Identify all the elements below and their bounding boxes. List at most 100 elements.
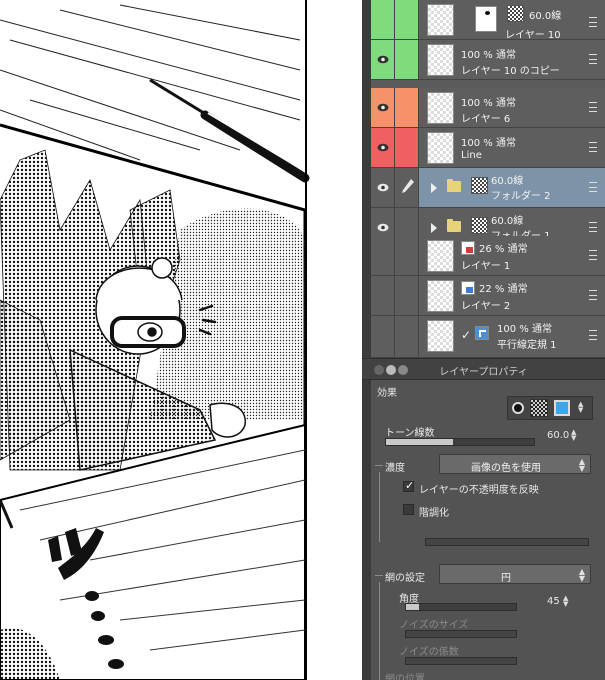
edit-target-toggle[interactable] — [395, 276, 419, 315]
edit-target-toggle[interactable] — [395, 88, 419, 127]
tone-lines-slider[interactable] — [385, 438, 535, 446]
monochrome-icon[interactable] — [512, 402, 524, 414]
tone-lines-value[interactable]: 60.0 — [547, 430, 569, 441]
noise-factor-label: ノイズの係数 — [399, 647, 459, 658]
reflect-opacity-label: レイヤーの不透明度を反映 — [419, 485, 539, 496]
layer-name: レイヤー 10 のコピー — [461, 66, 560, 77]
posterize-slider[interactable] — [425, 538, 589, 546]
layer-row[interactable]: 22 % 通常 レイヤー 2 — [371, 276, 605, 316]
layer-row[interactable]: 100 % 通常 Line — [371, 128, 605, 168]
layer-properties: 効果 ▲▼ トーン線数 60.0 ▲▼ 濃度 画像の色を使用 ▲▼ レイヤーの不… — [371, 380, 605, 680]
screen-shape-dropdown[interactable]: 円 ▲ ▼ — [439, 564, 591, 584]
properties-titlebar[interactable]: レイヤープロパティ — [362, 358, 605, 380]
eye-icon — [377, 103, 389, 112]
tone-effect-icon[interactable] — [530, 399, 548, 417]
manga-artwork — [0, 0, 310, 680]
visibility-toggle[interactable] — [371, 88, 395, 127]
effect-label: 効果 — [377, 388, 397, 399]
layer-row[interactable]: 100 % 通常 レイヤー 10 のコピー — [371, 40, 605, 80]
layer-thumbnail — [427, 44, 454, 76]
layer-info: 100 % 通常 — [461, 138, 516, 149]
panel-edge — [362, 0, 371, 680]
angle-slider[interactable] — [405, 603, 517, 611]
visibility-toggle[interactable] — [371, 276, 395, 315]
layer-name: フォルダー 2 — [491, 191, 551, 202]
screen-settings-label: 網の設定 — [385, 573, 425, 584]
layer-row[interactable]: 26 % 通常 レイヤー 1 — [371, 236, 605, 276]
layer-row-selected[interactable]: 60.0線 フォルダー 2 — [371, 168, 605, 208]
tone-lines-spinner-icon[interactable]: ▲ ▼ — [571, 429, 576, 442]
reflect-opacity-checkbox[interactable] — [403, 479, 414, 492]
visibility-toggle[interactable] — [371, 168, 395, 207]
edit-target-toggle[interactable] — [395, 0, 419, 39]
visibility-toggle[interactable] — [371, 316, 395, 357]
layer-menu-icon[interactable] — [589, 330, 597, 340]
layer-info: 100 % 通常 — [461, 50, 516, 61]
noise-size-label: ノイズのサイズ — [399, 620, 469, 631]
group-line — [375, 575, 383, 576]
layer-row[interactable]: 100 % 通常 レイヤー 6 — [371, 88, 605, 128]
edit-target-toggle[interactable] — [395, 316, 419, 357]
layer-info: 100 % 通常 — [461, 98, 516, 109]
density-dropdown[interactable]: 画像の色を使用 ▲ ▼ — [439, 454, 591, 474]
visibility-toggle[interactable] — [371, 128, 395, 167]
layer-thumbnail — [427, 240, 454, 272]
pen-icon — [402, 179, 414, 193]
layer-info: 60.0線 — [529, 11, 562, 22]
layer-menu-icon[interactable] — [589, 222, 597, 232]
layer-menu-icon[interactable] — [589, 102, 597, 112]
layer-thumbnail — [427, 132, 454, 164]
layer-mask-thumbnail — [475, 6, 497, 32]
layer-menu-icon[interactable] — [589, 142, 597, 152]
posterize-checkbox[interactable] — [403, 504, 414, 515]
layer-name: レイヤー 10 — [505, 30, 561, 41]
edit-target-toggle[interactable] — [395, 40, 419, 79]
density-label: 濃度 — [385, 463, 405, 474]
noise-factor-slider — [405, 657, 517, 665]
expand-arrow-icon[interactable] — [431, 223, 437, 233]
group-line — [375, 465, 383, 466]
layer-menu-icon[interactable] — [589, 54, 597, 64]
panel-title: レイヤープロパティ — [439, 367, 528, 378]
group-bracket — [379, 582, 380, 680]
tone-lines-label: トーン線数 — [385, 428, 435, 439]
visibility-toggle[interactable] — [371, 0, 395, 39]
tone-icon — [471, 177, 488, 194]
angle-value[interactable]: 45 — [547, 596, 560, 607]
folder-icon — [447, 179, 461, 192]
expand-arrow-icon[interactable] — [431, 183, 437, 193]
edit-target-toggle[interactable] — [395, 128, 419, 167]
layer-name: レイヤー 6 — [461, 114, 511, 125]
layer-list[interactable]: 60.0線 レイヤー 10 100 % 通常 レイヤー 10 のコピー 100 … — [371, 0, 605, 358]
screen-shape-value: 円 — [501, 573, 511, 584]
visibility-toggle[interactable] — [371, 236, 395, 275]
tone-icon — [507, 5, 524, 22]
edit-target-toggle[interactable] — [395, 168, 419, 207]
layer-name: 平行線定規 1 — [497, 340, 557, 351]
layer-menu-icon[interactable] — [589, 250, 597, 260]
noise-size-slider — [405, 630, 517, 638]
layer-thumbnail — [427, 92, 454, 124]
right-panel: 60.0線 レイヤー 10 100 % 通常 レイヤー 10 のコピー 100 … — [362, 0, 605, 680]
layer-info: 100 % 通常 — [497, 324, 552, 335]
angle-spinner-icon[interactable]: ▲ ▼ — [563, 595, 568, 608]
layer-name: Line — [461, 150, 482, 161]
layer-row[interactable]: 60.0線 レイヤー 10 — [371, 0, 605, 41]
edit-target-toggle[interactable] — [395, 236, 419, 275]
tone-blue-icon — [461, 281, 475, 295]
layer-info: 26 % 通常 — [479, 244, 528, 255]
layer-color-icon[interactable] — [554, 400, 570, 416]
layer-menu-icon[interactable] — [589, 17, 597, 27]
dropdown-arrow-icon: ▲ ▼ — [578, 567, 585, 583]
layer-row[interactable]: ✓ 100 % 通常 平行線定規 1 — [371, 316, 605, 358]
layer-menu-icon[interactable] — [589, 182, 597, 192]
visibility-toggle[interactable] — [371, 40, 395, 79]
layer-menu-icon[interactable] — [589, 290, 597, 300]
eye-icon — [377, 55, 389, 64]
layer-info: 60.0線 — [491, 176, 524, 187]
manga-canvas[interactable] — [0, 0, 362, 680]
effect-spinner-icon[interactable]: ▲ ▼ — [578, 401, 583, 414]
layer-name: レイヤー 1 — [461, 261, 511, 272]
layer-thumbnail — [427, 320, 454, 352]
layer-name: レイヤー 2 — [461, 301, 511, 312]
